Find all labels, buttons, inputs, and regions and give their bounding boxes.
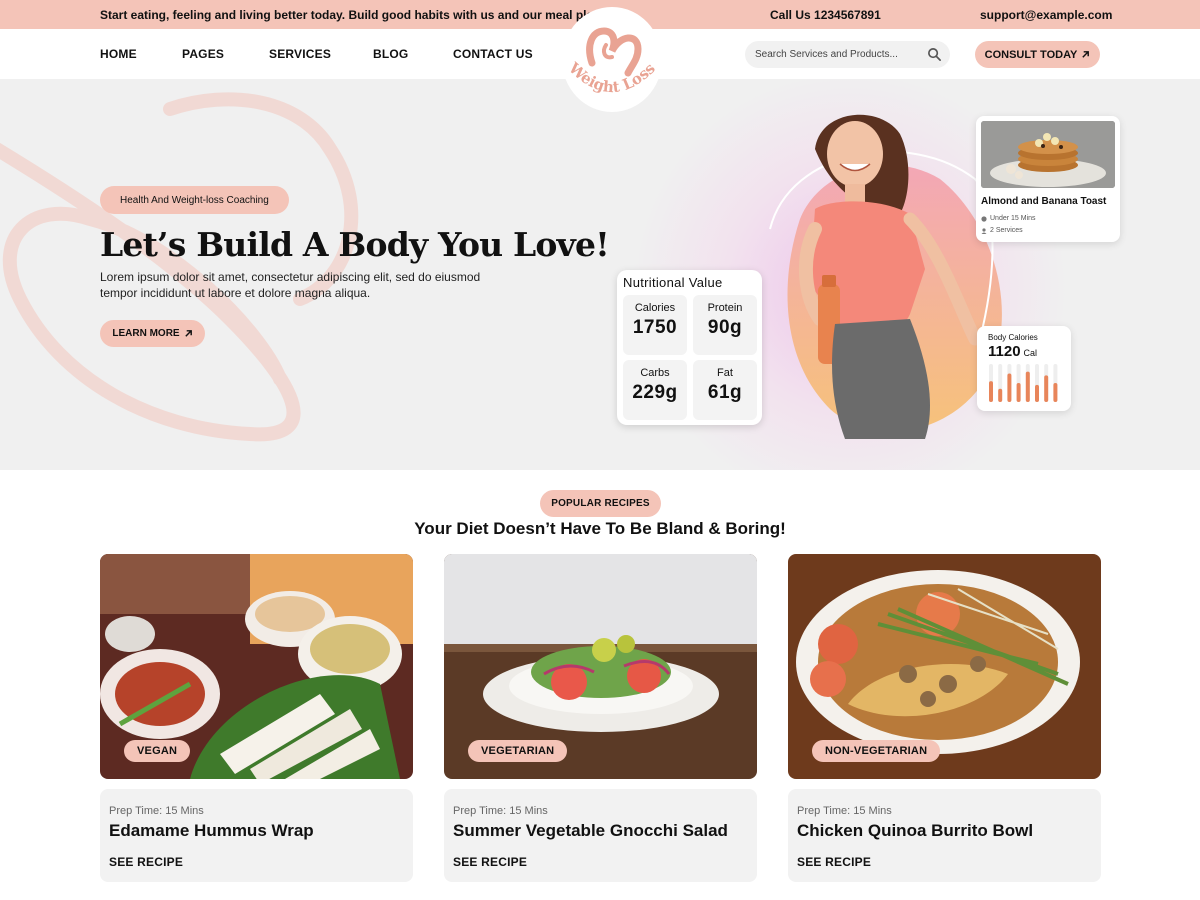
nav-contact-us[interactable]: CONTACT US bbox=[453, 47, 533, 61]
calorie-bar bbox=[1044, 375, 1049, 402]
prep-time: Prep Time: 15 Mins bbox=[109, 805, 204, 817]
featured-time-text: Under 15 Mins bbox=[990, 215, 1036, 222]
nutritional-value-card: Nutritional Value Calories 1750 Protein … bbox=[617, 270, 762, 425]
tag-non-vegetarian: NON-VEGETARIAN bbox=[812, 740, 941, 762]
body-calories-card: Body Calories 1120 Cal bbox=[977, 326, 1071, 411]
promo-text: Start eating, feeling and living better … bbox=[100, 8, 608, 22]
search-input[interactable] bbox=[755, 41, 925, 68]
woman-photo bbox=[769, 114, 1002, 439]
stat-value: 229g bbox=[632, 382, 678, 403]
featured-servings: 2 Services bbox=[981, 227, 1023, 234]
tag-vegetarian: VEGETARIAN bbox=[468, 740, 568, 762]
arrow-up-right-icon bbox=[184, 330, 192, 337]
hero-description: Lorem ipsum dolor sit amet, consectetur … bbox=[100, 270, 481, 300]
calorie-bar bbox=[1053, 383, 1058, 402]
recipe-card-1: Prep Time: 15 Mins Summer Vegetable Gnoc… bbox=[444, 789, 757, 882]
stat-value: 90g bbox=[707, 317, 743, 338]
stat-label: Calories bbox=[634, 302, 676, 314]
phone-link[interactable]: Call Us 1234567891 bbox=[770, 8, 881, 22]
search-icon[interactable] bbox=[927, 47, 942, 62]
stat-label: Protein bbox=[707, 302, 743, 314]
calories-stat: Calories 1750 bbox=[623, 295, 687, 355]
calorie-bar bbox=[1007, 373, 1012, 402]
stat-label: Carbs bbox=[640, 367, 670, 379]
nav-pages[interactable]: PAGES bbox=[182, 47, 224, 61]
clock-icon bbox=[981, 215, 987, 222]
featured-time: Under 15 Mins bbox=[981, 215, 1036, 222]
prep-time: Prep Time: 15 Mins bbox=[797, 805, 892, 817]
body-calories-unit: Cal bbox=[1023, 348, 1038, 358]
pancake-photo bbox=[981, 121, 1115, 188]
tag-vegan: VEGAN bbox=[124, 740, 191, 762]
see-recipe-link[interactable]: SEE RECIPE bbox=[453, 855, 527, 869]
recipe-card-0: Prep Time: 15 Mins Edamame Hummus Wrap S… bbox=[100, 789, 413, 882]
recipes-heading: Your Diet Doesn’t Have To Be Bland & Bor… bbox=[414, 519, 786, 538]
calorie-bar bbox=[1016, 383, 1021, 402]
body-calories-value: 1120 Cal bbox=[988, 343, 1037, 360]
nutrition-title: Nutritional Value bbox=[623, 275, 723, 290]
recipe-name[interactable]: Summer Vegetable Gnocchi Salad bbox=[453, 821, 728, 841]
featured-recipe-card[interactable]: Almond and Banana Toast Under 15 Mins 2 … bbox=[976, 116, 1120, 242]
consult-label: CONSULT TODAY bbox=[984, 48, 1078, 61]
featured-recipe-name: Almond and Banana Toast bbox=[981, 196, 1107, 207]
nav-home[interactable]: HOME bbox=[100, 47, 137, 61]
hero-section: Health And Weight-loss Coaching Let’s Bu… bbox=[0, 79, 1200, 470]
svg-text:Weight Loss: Weight Loss bbox=[564, 58, 658, 96]
nav-services[interactable]: SERVICES bbox=[269, 47, 331, 61]
user-icon bbox=[981, 227, 987, 234]
calorie-bar bbox=[989, 381, 993, 402]
search-box bbox=[745, 41, 950, 68]
fat-stat: Fat 61g bbox=[693, 360, 757, 420]
recipe-card-2: Prep Time: 15 Mins Chicken Quinoa Burrit… bbox=[788, 789, 1101, 882]
recipe-name[interactable]: Edamame Hummus Wrap bbox=[109, 821, 314, 841]
body-calories-label: Body Calories bbox=[988, 333, 1038, 342]
carbs-stat: Carbs 229g bbox=[623, 360, 687, 420]
calorie-bar bbox=[1025, 371, 1030, 402]
calorie-bar bbox=[998, 388, 1003, 402]
learn-more-label: LEARN MORE bbox=[112, 328, 180, 339]
see-recipe-link[interactable]: SEE RECIPE bbox=[109, 855, 183, 869]
calorie-bar-chart bbox=[989, 364, 1058, 402]
popular-recipes-badge: POPULAR RECIPES bbox=[540, 490, 661, 517]
protein-stat: Protein 90g bbox=[693, 295, 757, 355]
calorie-bar bbox=[1035, 384, 1039, 402]
logo-mark: Weight Loss bbox=[564, 27, 659, 96]
email-link[interactable]: support@example.com bbox=[980, 8, 1112, 22]
stat-value: 1750 bbox=[632, 317, 678, 338]
prep-time: Prep Time: 15 Mins bbox=[453, 805, 548, 817]
consult-today-button[interactable]: CONSULT TODAY bbox=[975, 41, 1100, 68]
featured-servings-text: 2 Services bbox=[990, 227, 1023, 234]
body-calories-number: 1120 bbox=[988, 343, 1021, 360]
site-logo[interactable]: Weight Loss bbox=[562, 7, 662, 112]
arrow-up-right-icon bbox=[1082, 51, 1090, 58]
stat-label: Fat bbox=[717, 367, 733, 379]
nav-blog[interactable]: BLOG bbox=[373, 47, 408, 61]
see-recipe-link[interactable]: SEE RECIPE bbox=[797, 855, 871, 869]
hero-title: Let’s Build A Body You Love! bbox=[100, 225, 610, 264]
stat-value: 61g bbox=[707, 382, 743, 403]
recipe-name[interactable]: Chicken Quinoa Burrito Bowl bbox=[797, 821, 1033, 841]
coaching-badge: Health And Weight-loss Coaching bbox=[100, 186, 289, 214]
learn-more-button[interactable]: LEARN MORE bbox=[100, 320, 205, 347]
